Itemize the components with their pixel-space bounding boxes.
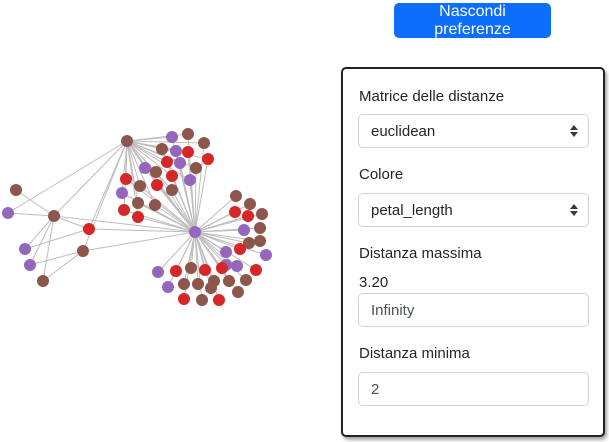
min-distance-label: Distanza minima [359, 345, 470, 362]
graph-node[interactable] [166, 184, 178, 196]
graph-node[interactable] [184, 174, 196, 186]
graph-node[interactable] [244, 198, 256, 210]
graph-node[interactable] [185, 262, 197, 274]
select-caret-icon [570, 125, 578, 137]
graph-node[interactable] [118, 204, 130, 216]
graph-node[interactable] [256, 208, 268, 220]
graph-node[interactable] [189, 226, 201, 238]
distance-matrix-label: Matrice delle distanze [359, 88, 505, 105]
network-graph[interactable] [0, 120, 290, 320]
graph-node[interactable] [238, 224, 250, 236]
graph-edge [42, 250, 84, 282]
graph-node[interactable] [182, 128, 194, 140]
graph-node[interactable] [260, 249, 272, 261]
graph-edge [29, 250, 84, 266]
graph-node[interactable] [151, 179, 163, 191]
color-value: petal_length [371, 201, 453, 219]
graph-node[interactable] [190, 162, 202, 174]
graph-node[interactable] [199, 264, 211, 276]
graph-node[interactable] [220, 246, 232, 258]
graph-node[interactable] [254, 235, 266, 247]
graph-node[interactable] [161, 156, 173, 168]
graph-node[interactable] [254, 222, 266, 234]
graph-node[interactable] [240, 274, 252, 286]
graph-node[interactable] [134, 180, 146, 192]
graph-node[interactable] [182, 146, 194, 158]
color-label: Colore [359, 166, 404, 183]
graph-node[interactable] [196, 294, 208, 306]
graph-node[interactable] [192, 278, 204, 290]
graph-node[interactable] [170, 145, 182, 157]
preferences-panel: Matrice delle distanze euclidean Colore … [341, 67, 605, 437]
graph-node[interactable] [152, 266, 164, 278]
min-distance-value: 2 [371, 380, 380, 398]
graph-node[interactable] [216, 262, 228, 274]
graph-node[interactable] [213, 294, 225, 306]
distance-matrix-select[interactable]: euclidean [358, 114, 589, 148]
graph-node[interactable] [178, 278, 190, 290]
color-select[interactable]: petal_length [358, 193, 589, 227]
graph-node[interactable] [19, 243, 31, 255]
graph-edge [29, 215, 55, 266]
hide-preferences-button[interactable]: Nascondi preferenze [394, 3, 551, 38]
graph-node[interactable] [166, 170, 178, 182]
distance-matrix-value: euclidean [371, 122, 436, 140]
graph-node[interactable] [223, 275, 235, 287]
graph-node[interactable] [170, 265, 182, 277]
graph-node[interactable] [202, 153, 214, 165]
graph-node[interactable] [149, 199, 161, 211]
graph-edge [82, 231, 196, 252]
graph-node[interactable] [132, 211, 144, 223]
graph-edge [24, 228, 90, 250]
graph-node[interactable] [242, 210, 254, 222]
min-distance-input[interactable]: 2 [358, 372, 589, 406]
graph-edge [7, 212, 55, 217]
graph-node[interactable] [162, 281, 174, 293]
graph-node[interactable] [77, 245, 89, 257]
graph-node[interactable] [2, 207, 14, 219]
max-distance-current-value: 3.20 [359, 274, 389, 291]
graph-node[interactable] [205, 282, 217, 294]
graph-node[interactable] [121, 135, 133, 147]
graph-node[interactable] [230, 190, 242, 202]
graph-node[interactable] [132, 197, 144, 209]
graph-node[interactable] [150, 166, 162, 178]
graph-node[interactable] [120, 173, 132, 185]
graph-node[interactable] [83, 223, 95, 235]
graph-node[interactable] [116, 187, 128, 199]
graph-node[interactable] [139, 162, 151, 174]
graph-node[interactable] [10, 184, 22, 196]
graph-edge [126, 133, 189, 142]
graph-node[interactable] [24, 259, 36, 271]
graph-node[interactable] [174, 157, 186, 169]
graph-node[interactable] [198, 137, 210, 149]
graph-node[interactable] [234, 243, 246, 255]
graph-node[interactable] [156, 143, 168, 155]
max-distance-input[interactable]: Infinity [358, 293, 589, 327]
graph-edge [42, 215, 55, 282]
graph-edge [15, 189, 55, 217]
max-distance-label: Distanza massima [359, 245, 482, 262]
graph-node[interactable] [231, 260, 243, 272]
graph-node[interactable] [229, 206, 241, 218]
graph-node[interactable] [166, 131, 178, 143]
graph-node[interactable] [250, 264, 262, 276]
select-caret-icon [570, 204, 578, 216]
max-distance-value: Infinity [371, 301, 415, 319]
graph-node[interactable] [37, 275, 49, 287]
graph-node[interactable] [48, 210, 60, 222]
graph-node[interactable] [232, 286, 244, 298]
graph-node[interactable] [178, 293, 190, 305]
